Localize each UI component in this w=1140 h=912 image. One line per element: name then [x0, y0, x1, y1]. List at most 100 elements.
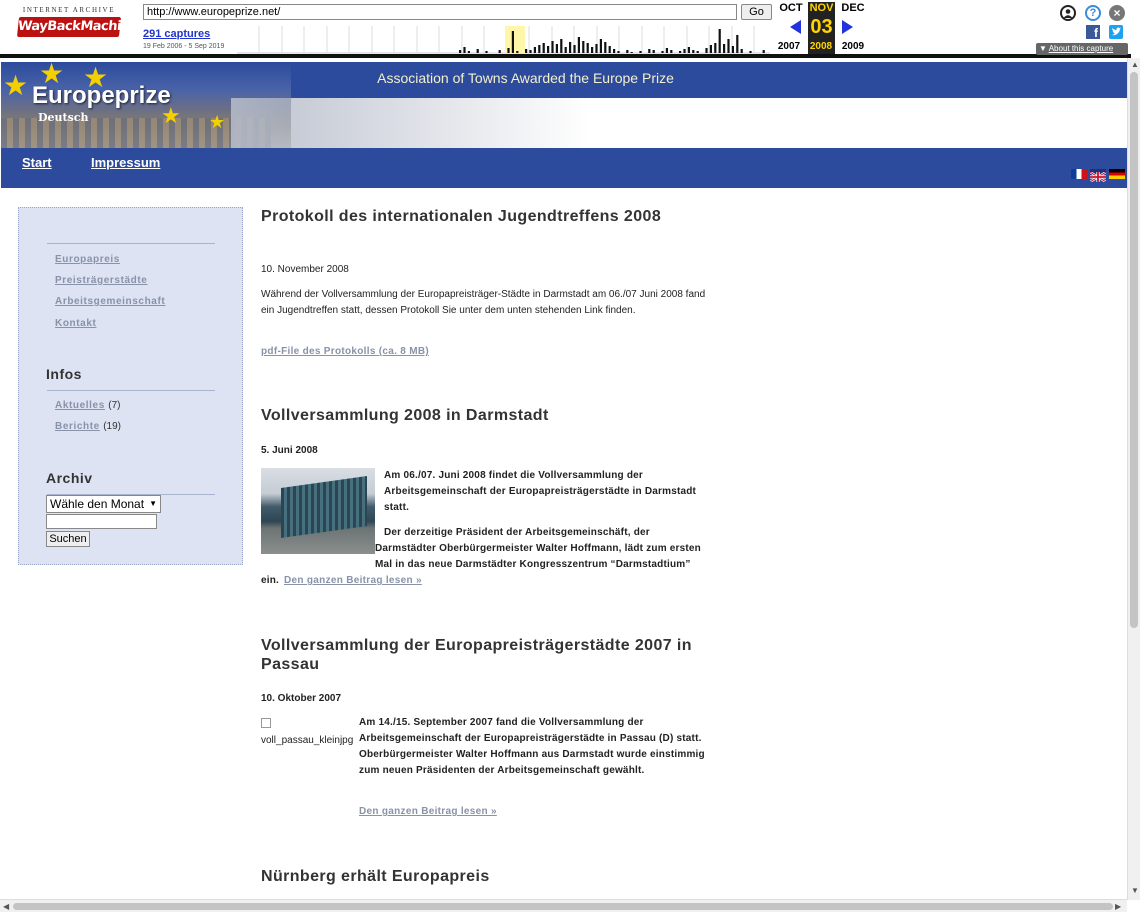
- header-tagline: Association of Towns Awarded the Europe …: [377, 70, 674, 86]
- url-input[interactable]: http://www.europeprize.net/: [143, 4, 737, 20]
- berichte-link[interactable]: Berichte: [55, 421, 100, 432]
- next-month-link[interactable]: DEC: [838, 2, 868, 14]
- capture-bar: [604, 42, 607, 53]
- next-capture-arrow-icon[interactable]: [842, 20, 853, 34]
- post-title[interactable]: Vollversammlung 2008 in Darmstadt: [261, 406, 706, 425]
- capture-bar: [595, 44, 598, 53]
- aktuelles-count: (7): [108, 400, 121, 411]
- scroll-right-icon[interactable]: ▶: [1115, 902, 1121, 911]
- capture-bar: [560, 39, 563, 53]
- main-nav: Start Impressum: [1, 148, 1127, 188]
- site-header: ★ ★ ★ ★ ★ Europeprize Deutsch Associatio…: [1, 62, 1127, 148]
- capture-bar: [459, 50, 462, 53]
- vertical-scrollbar[interactable]: ▲ ▼: [1127, 58, 1140, 900]
- captures-link[interactable]: 291 captures: [143, 28, 210, 40]
- capture-bar: [731, 46, 734, 53]
- capture-bar: [542, 43, 545, 53]
- sidebar: Europapreis Preisträgerstädte Arbeitsgem…: [18, 207, 243, 565]
- logo-internet-archive: INTERNET ARCHIVE: [22, 6, 116, 14]
- sidebar-link-kontakt[interactable]: Kontakt: [55, 318, 96, 329]
- capture-bar: [718, 29, 721, 53]
- capture-bar: [723, 44, 726, 53]
- capture-bar: [639, 51, 642, 53]
- capture-bar: [736, 35, 739, 53]
- prev-capture-arrow-icon[interactable]: [790, 20, 801, 34]
- post-date: 5. Juni 2008: [261, 445, 318, 456]
- capture-bar: [569, 42, 572, 53]
- capture-bar: [577, 37, 580, 53]
- post-title[interactable]: Protokoll des internationalen Jugendtref…: [261, 207, 706, 226]
- wayback-logo[interactable]: INTERNET ARCHIVE WayBackMachine: [16, 6, 139, 46]
- french-flag-icon[interactable]: [1071, 169, 1087, 179]
- capture-bar: [652, 50, 655, 53]
- nav-start-link[interactable]: Start: [22, 155, 52, 170]
- help-icon[interactable]: ?: [1085, 5, 1101, 21]
- capture-bar: [538, 45, 541, 53]
- close-icon[interactable]: ×: [1109, 5, 1125, 21]
- capture-bar: [485, 51, 488, 53]
- aktuelles-link[interactable]: Aktuelles: [55, 400, 105, 411]
- capture-bar: [463, 47, 466, 53]
- capture-bar: [525, 49, 528, 53]
- capture-bar: [626, 50, 629, 53]
- read-more-link[interactable]: Den ganzen Beitrag lesen »: [359, 806, 497, 817]
- scroll-left-icon[interactable]: ◀: [3, 902, 9, 911]
- month-select[interactable]: Wähle den Monat ▼: [46, 495, 161, 513]
- post-link-wrapper: pdf-File des Protokolls (ca. 8 MB): [261, 344, 706, 360]
- twitter-icon[interactable]: [1109, 25, 1123, 39]
- capture-bar: [762, 50, 765, 53]
- float-spacer: [261, 525, 375, 565]
- sidebar-link-arbeitsgemeinschaft[interactable]: Arbeitsgemeinschaft: [55, 296, 165, 307]
- banner-fade: [231, 98, 591, 148]
- sidebar-link-preistraegerstaedte[interactable]: Preisträgerstädte: [55, 275, 147, 286]
- post-title[interactable]: Nürnberg erhält Europapreis: [261, 867, 706, 886]
- capture-bar: [582, 41, 585, 53]
- post-text-wrap: Der derzeitige Präsident der Arbeitsgeme…: [261, 525, 706, 589]
- star-icon: ★: [3, 70, 29, 101]
- prev-month-link[interactable]: OCT: [776, 2, 806, 14]
- prev-year-link[interactable]: 2007: [774, 41, 804, 52]
- capture-bar: [661, 51, 664, 53]
- uk-flag-icon[interactable]: [1089, 169, 1107, 184]
- archiv-heading: Archiv: [46, 470, 93, 486]
- read-more-link[interactable]: Den ganzen Beitrag lesen »: [284, 575, 422, 586]
- capture-bar: [533, 47, 536, 53]
- capture-bar: [692, 50, 695, 53]
- facebook-icon[interactable]: f: [1086, 25, 1100, 40]
- about-capture-button[interactable]: ▼ About this capture: [1036, 43, 1128, 55]
- nav-impressum-link[interactable]: Impressum: [91, 155, 160, 170]
- capture-range: 19 Feb 2006 - 5 Sep 2019: [143, 43, 225, 50]
- german-flag-icon[interactable]: [1109, 169, 1125, 179]
- next-year-link[interactable]: 2009: [838, 41, 868, 52]
- capture-bar: [573, 45, 576, 53]
- sidebar-divider: [47, 243, 215, 244]
- vertical-scroll-thumb[interactable]: [1130, 72, 1138, 628]
- post-title[interactable]: Vollversammlung der Europapreisträgerstä…: [261, 636, 706, 674]
- scroll-down-icon[interactable]: ▼: [1131, 886, 1139, 895]
- sidebar-link-europapreis[interactable]: Europapreis: [55, 254, 120, 265]
- archive-search-input[interactable]: [46, 514, 157, 529]
- capture-bar: [498, 50, 501, 53]
- capture-bar: [613, 49, 616, 53]
- capture-bar: [687, 47, 690, 53]
- capture-bar: [564, 47, 567, 53]
- capture-bar: [679, 51, 682, 53]
- chevron-down-icon: ▼: [149, 499, 157, 508]
- go-button[interactable]: Go: [741, 4, 772, 20]
- capture-bar: [586, 43, 589, 53]
- post-more-wrapper: Den ganzen Beitrag lesen »: [261, 804, 706, 820]
- pdf-protocol-link[interactable]: pdf-File des Protokolls (ca. 8 MB): [261, 346, 429, 357]
- capture-bar: [547, 46, 550, 53]
- capture-bar: [705, 48, 708, 53]
- aktuelles-item: Aktuelles (7): [55, 400, 121, 411]
- post-text: Während der Vollversammlung der Europapr…: [261, 289, 706, 316]
- horizontal-scrollbar[interactable]: ◀ ▶: [0, 899, 1127, 912]
- horizontal-scroll-thumb[interactable]: [13, 903, 1113, 910]
- month-select-value: Wähle den Monat: [50, 497, 145, 511]
- search-button[interactable]: Suchen: [46, 531, 90, 547]
- site-title: Europeprize: [32, 82, 171, 109]
- capture-sparkline[interactable]: [237, 26, 770, 54]
- user-account-icon[interactable]: [1060, 5, 1076, 21]
- scroll-up-icon[interactable]: ▲: [1131, 60, 1139, 69]
- capture-bar: [591, 47, 594, 53]
